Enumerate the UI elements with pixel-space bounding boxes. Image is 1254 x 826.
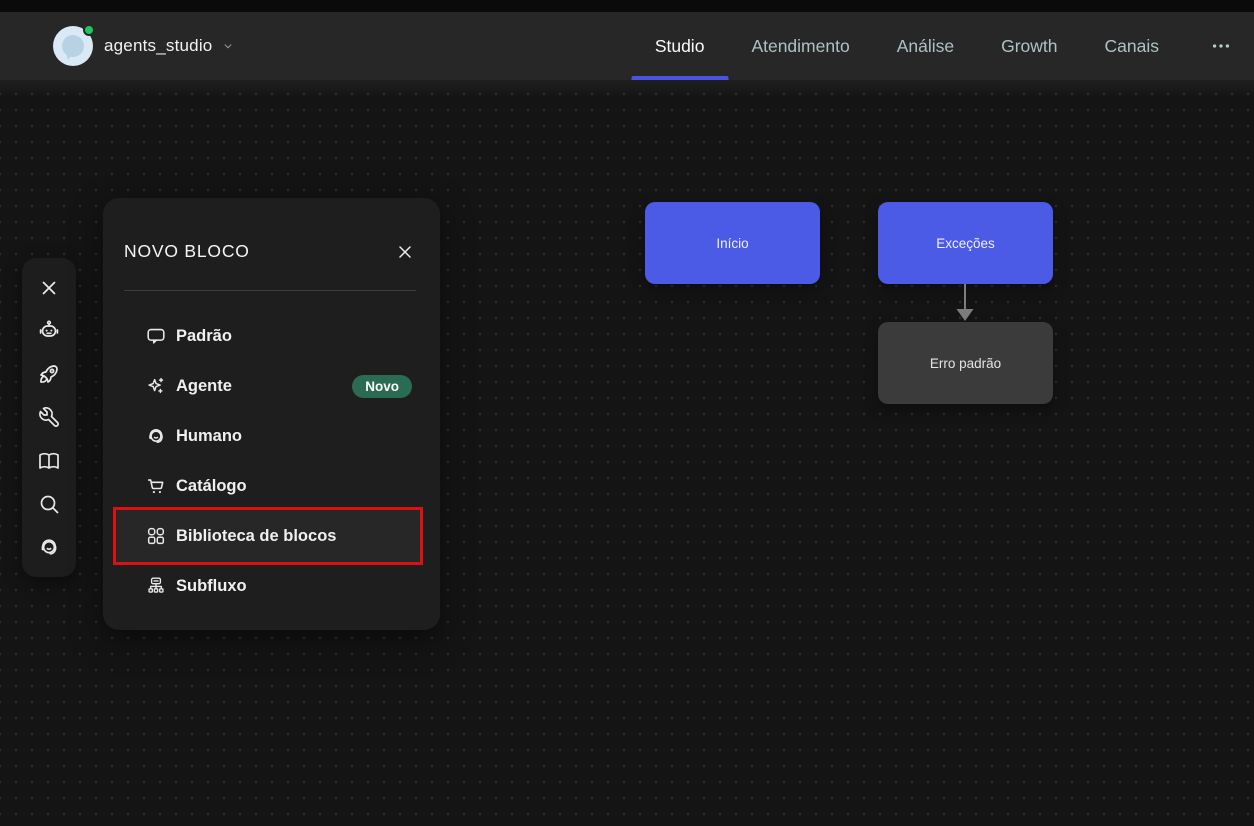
close-toolbar-button[interactable]	[29, 270, 69, 306]
menu-item-agente[interactable]: Agente Novo	[113, 361, 423, 411]
campaigns-button[interactable]	[29, 356, 69, 392]
workspace-name: agents_studio	[104, 36, 212, 56]
search-icon	[37, 492, 61, 516]
menu-item-catalogo[interactable]: Catálogo	[113, 461, 423, 511]
menu-item-label: Padrão	[176, 327, 232, 346]
workspace-avatar	[53, 26, 93, 66]
panel-divider	[124, 290, 416, 291]
new-badge: Novo	[352, 375, 412, 398]
node-label: Erro padrão	[930, 356, 1001, 371]
menu-item-padrao[interactable]: Padrão	[113, 311, 423, 361]
menu-item-humano[interactable]: Humano	[113, 411, 423, 461]
close-icon	[395, 242, 415, 262]
tab-growth[interactable]: Growth	[1001, 12, 1057, 80]
flow-node-excecoes[interactable]: Exceções	[878, 202, 1053, 284]
more-menu-button[interactable]	[1206, 12, 1232, 80]
tab-analise[interactable]: Análise	[897, 12, 954, 80]
topbar: agents_studio Studio Atendimento Análise…	[0, 12, 1254, 80]
tab-label: Análise	[897, 36, 954, 57]
chevron-down-icon	[221, 39, 235, 53]
wrench-icon	[37, 405, 61, 429]
side-toolbar	[22, 258, 76, 577]
menu-item-label: Agente	[176, 377, 232, 396]
panel-close-button[interactable]	[391, 238, 419, 266]
panel-header: NOVO BLOCO	[103, 198, 440, 291]
knowledge-button[interactable]	[29, 443, 69, 479]
menu-item-label: Catálogo	[176, 477, 247, 496]
menu-item-label: Humano	[176, 427, 242, 446]
menu-item-label: Biblioteca de blocos	[176, 527, 336, 546]
new-block-panel: NOVO BLOCO Padrão Agent	[103, 198, 440, 630]
block-type-list: Padrão Agente Novo	[103, 291, 440, 611]
headset-icon	[145, 425, 167, 447]
active-tab-underline	[631, 76, 728, 80]
node-label: Exceções	[936, 236, 995, 251]
window-top-strip	[0, 0, 1254, 12]
canvas-top-glow	[0, 80, 1254, 98]
chat-bubble-icon	[62, 35, 84, 57]
blocks-grid-icon	[145, 525, 167, 547]
online-status-dot	[83, 24, 95, 36]
rocket-icon	[37, 362, 61, 386]
tab-atendimento[interactable]: Atendimento	[751, 12, 849, 80]
tab-label: Growth	[1001, 36, 1057, 57]
panel-title: NOVO BLOCO	[124, 241, 250, 262]
main-nav: Studio Atendimento Análise Growth Canais	[655, 12, 1232, 80]
headset-icon	[37, 535, 61, 559]
tools-button[interactable]	[29, 399, 69, 435]
flow-node-erro-padrao[interactable]: Erro padrão	[878, 322, 1053, 404]
node-label: Início	[716, 236, 748, 251]
tab-studio[interactable]: Studio	[655, 12, 705, 80]
tab-label: Canais	[1105, 36, 1159, 57]
ellipsis-icon	[1210, 35, 1232, 57]
cart-icon	[145, 475, 167, 497]
support-button[interactable]	[29, 529, 69, 565]
search-button[interactable]	[29, 486, 69, 522]
close-icon	[38, 277, 60, 299]
subflow-icon	[145, 575, 167, 597]
workspace-switcher[interactable]: agents_studio	[53, 26, 235, 66]
edge-arrow	[953, 284, 977, 324]
menu-item-label: Subfluxo	[176, 577, 247, 596]
sparkle-icon	[145, 375, 167, 397]
book-icon	[37, 449, 61, 473]
flow-node-inicio[interactable]: Início	[645, 202, 820, 284]
tab-canais[interactable]: Canais	[1105, 12, 1159, 80]
robot-icon	[37, 319, 61, 343]
message-icon	[145, 325, 167, 347]
bots-button[interactable]	[29, 313, 69, 349]
menu-item-subfluxo[interactable]: Subfluxo	[113, 561, 423, 611]
tab-label: Studio	[655, 36, 705, 57]
menu-item-biblioteca-de-blocos[interactable]: Biblioteca de blocos	[113, 507, 423, 565]
tab-label: Atendimento	[751, 36, 849, 57]
